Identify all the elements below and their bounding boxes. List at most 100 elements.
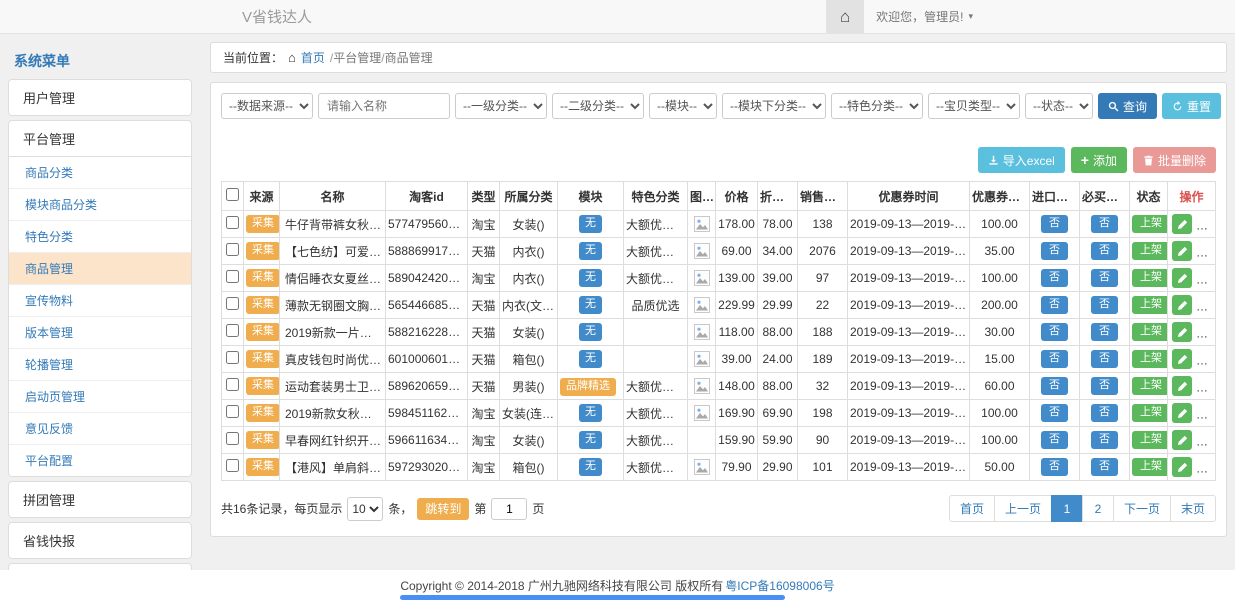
import-select-toggle[interactable]: 否 <box>1041 377 1068 394</box>
row-checkbox[interactable] <box>226 270 239 283</box>
filter-select[interactable]: --宝贝类型-- <box>928 93 1020 119</box>
horizontal-scrollbar-thumb[interactable] <box>400 595 785 600</box>
import-select-toggle[interactable]: 否 <box>1041 350 1068 367</box>
page-button[interactable]: 1 <box>1051 495 1083 522</box>
add-button[interactable]: + 添加 <box>1071 147 1127 173</box>
edit-button[interactable] <box>1172 295 1192 315</box>
status-toggle[interactable]: 上架 <box>1132 296 1168 313</box>
status-toggle[interactable]: 上架 <box>1132 377 1168 394</box>
edit-button[interactable] <box>1172 403 1192 423</box>
import-select-toggle[interactable]: 否 <box>1041 242 1068 259</box>
sidebar-subitem-active[interactable]: 商品管理 <box>9 253 191 285</box>
import-select-toggle[interactable]: 否 <box>1041 323 1068 340</box>
edit-button[interactable] <box>1172 349 1192 369</box>
edit-button[interactable] <box>1172 214 1192 234</box>
filter-select[interactable]: --数据来源-- <box>221 93 313 119</box>
page-button[interactable]: 下一页 <box>1113 495 1171 522</box>
batch-delete-button[interactable]: 批量删除 <box>1133 147 1216 173</box>
import-select-toggle[interactable]: 否 <box>1041 269 1068 286</box>
sidebar-subitem[interactable]: 版本管理 <box>9 317 191 349</box>
import-excel-button[interactable]: 导入excel <box>978 147 1065 173</box>
must-buy-toggle[interactable]: 否 <box>1091 431 1118 448</box>
sidebar-subitem[interactable]: 模块商品分类 <box>9 189 191 221</box>
must-buy-toggle[interactable]: 否 <box>1091 404 1118 421</box>
sidebar-item[interactable]: 用户管理 <box>9 80 191 115</box>
page-button[interactable]: 上一页 <box>994 495 1052 522</box>
jump-button[interactable]: 跳转到 <box>417 498 469 520</box>
must-buy-toggle[interactable]: 否 <box>1091 242 1118 259</box>
per-page-select[interactable]: 10 <box>347 497 383 521</box>
edit-button[interactable] <box>1172 268 1192 288</box>
must-buy-toggle[interactable]: 否 <box>1091 323 1118 340</box>
status-toggle[interactable]: 上架 <box>1132 458 1168 475</box>
page-button[interactable]: 2 <box>1082 495 1114 522</box>
main-content: 当前位置： ⌂ 首页 /平台管理/商品管理 --数据来源----一级分类----… <box>210 42 1227 537</box>
edit-button[interactable] <box>1172 430 1192 450</box>
import-select-toggle[interactable]: 否 <box>1041 296 1068 313</box>
sidebar-item[interactable]: 省钱快报 <box>9 523 191 558</box>
filter-select[interactable]: --模块下分类-- <box>722 93 826 119</box>
import-select-toggle[interactable]: 否 <box>1041 431 1068 448</box>
sidebar-subitem[interactable]: 意见反馈 <box>9 413 191 445</box>
edit-button[interactable] <box>1172 241 1192 261</box>
sidebar-subitem[interactable]: 特色分类 <box>9 221 191 253</box>
discount-price-cell: 39.00 <box>758 265 798 292</box>
sidebar-subitem[interactable]: 轮播管理 <box>9 349 191 381</box>
import-select-toggle[interactable]: 否 <box>1041 458 1068 475</box>
must-buy-toggle[interactable]: 否 <box>1091 458 1118 475</box>
must-buy-toggle[interactable]: 否 <box>1091 215 1118 232</box>
row-checkbox[interactable] <box>226 351 239 364</box>
row-checkbox[interactable] <box>226 297 239 310</box>
row-checkbox[interactable] <box>226 243 239 256</box>
status-toggle[interactable]: 上架 <box>1132 350 1168 367</box>
search-button[interactable]: 查询 <box>1098 93 1157 119</box>
home-button[interactable]: ⌂ <box>826 0 864 33</box>
status-toggle[interactable]: 上架 <box>1132 215 1168 232</box>
sidebar-subitem[interactable]: 宣传物料 <box>9 285 191 317</box>
filter-select[interactable]: --一级分类-- <box>455 93 547 119</box>
filter-select[interactable]: --二级分类-- <box>552 93 644 119</box>
sidebar-item[interactable]: 平台管理 <box>9 121 191 156</box>
must-buy-toggle[interactable]: 否 <box>1091 350 1118 367</box>
sidebar-item[interactable]: 拼团管理 <box>9 482 191 517</box>
edit-button[interactable] <box>1172 457 1192 477</box>
filter-select[interactable]: --状态-- <box>1025 93 1093 119</box>
user-menu[interactable]: 欢迎您，管理员! ▾ <box>864 0 985 33</box>
edit-button[interactable] <box>1172 322 1192 342</box>
status-toggle[interactable]: 上架 <box>1132 242 1168 259</box>
sidebar-subitem[interactable]: 商品分类 <box>9 157 191 189</box>
reset-button[interactable]: 重置 <box>1162 93 1221 119</box>
status-toggle[interactable]: 上架 <box>1132 323 1168 340</box>
discount-price-cell: 24.00 <box>758 346 798 373</box>
page-button[interactable]: 末页 <box>1170 495 1216 522</box>
horizontal-scrollbar <box>0 595 1235 600</box>
status-toggle[interactable]: 上架 <box>1132 431 1168 448</box>
breadcrumb-home-link[interactable]: 首页 <box>301 49 325 66</box>
module-cell: 无 <box>558 319 624 346</box>
must-buy-toggle[interactable]: 否 <box>1091 377 1118 394</box>
row-checkbox[interactable] <box>226 324 239 337</box>
row-checkbox[interactable] <box>226 405 239 418</box>
select-all-checkbox[interactable] <box>226 188 239 201</box>
sidebar-subitem[interactable]: 启动页管理 <box>9 381 191 413</box>
row-checkbox[interactable] <box>226 378 239 391</box>
name-search-input[interactable] <box>318 93 450 119</box>
page-button[interactable]: 首页 <box>949 495 995 522</box>
status-toggle[interactable]: 上架 <box>1132 404 1168 421</box>
sidebar-subitem[interactable]: 平台配置 <box>9 445 191 476</box>
filter-select[interactable]: --模块-- <box>649 93 717 119</box>
status-toggle[interactable]: 上架 <box>1132 269 1168 286</box>
edit-button[interactable] <box>1172 376 1192 396</box>
page-number-input[interactable] <box>491 498 527 520</box>
import-select-toggle[interactable]: 否 <box>1041 404 1068 421</box>
must-buy-toggle[interactable]: 否 <box>1091 296 1118 313</box>
filter-select[interactable]: --特色分类-- <box>831 93 923 119</box>
product-image-icon <box>694 270 710 286</box>
import-select-toggle[interactable]: 否 <box>1041 215 1068 232</box>
row-checkbox[interactable] <box>226 432 239 445</box>
row-checkbox[interactable] <box>226 459 239 472</box>
operations-cell <box>1168 400 1216 427</box>
must-buy-toggle[interactable]: 否 <box>1091 269 1118 286</box>
row-checkbox[interactable] <box>226 216 239 229</box>
icp-link[interactable]: 粤ICP备16098006号 <box>725 577 834 594</box>
